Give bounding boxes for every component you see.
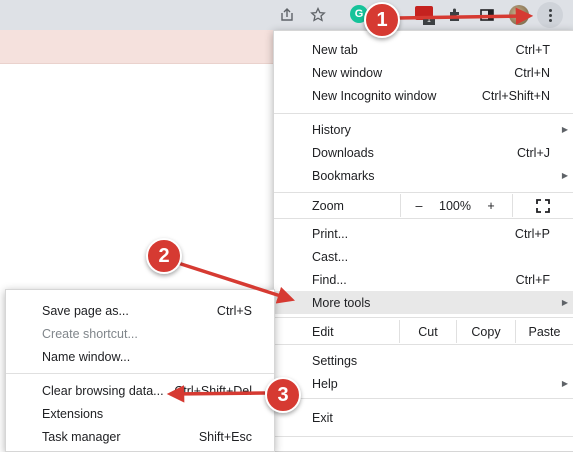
- shortcut: Ctrl+Shift+Del: [174, 383, 252, 398]
- menu-label: Create shortcut...: [42, 326, 138, 341]
- menu-divider: [274, 317, 573, 318]
- menu-label: More tools: [312, 295, 371, 310]
- menu-divider: [274, 398, 573, 399]
- chrome-main-menu: New tab Ctrl+T New window Ctrl+N New Inc…: [273, 30, 573, 452]
- step-marker-1: 1: [364, 2, 400, 38]
- menu-item-edit: Edit Cut Copy Paste: [274, 320, 573, 343]
- submenu-item-extensions[interactable]: Extensions: [6, 402, 274, 425]
- submenu-item-save-page[interactable]: Save page as... Ctrl+S: [6, 299, 274, 322]
- shortcut: Ctrl+S: [216, 303, 252, 318]
- step-marker-3: 3: [265, 377, 301, 413]
- fullscreen-icon[interactable]: [513, 194, 573, 217]
- menu-label: Name window...: [42, 349, 131, 364]
- step-marker-2: 2: [146, 238, 182, 274]
- menu-label: Cast...: [312, 249, 349, 264]
- avatar[interactable]: [509, 5, 529, 25]
- menu-label: Task manager: [42, 429, 121, 444]
- menu-label: Print...: [312, 226, 349, 241]
- extension-icon[interactable]: 1: [415, 6, 435, 25]
- menu-label: Save page as...: [42, 303, 129, 318]
- menu-item-exit[interactable]: Exit: [274, 406, 573, 429]
- menu-item-bookmarks[interactable]: Bookmarks ▶: [274, 164, 573, 187]
- menu-label: Downloads: [312, 145, 374, 160]
- sidepanel-icon[interactable]: [476, 4, 498, 26]
- menu-item-print[interactable]: Print... Ctrl+P: [274, 222, 573, 245]
- shortcut: Ctrl+P: [514, 226, 550, 241]
- menu-label: Bookmarks: [312, 168, 375, 183]
- menu-item-more-tools[interactable]: More tools ▶: [274, 291, 573, 314]
- menu-label: Settings: [312, 353, 358, 368]
- menu-label: New tab: [312, 42, 358, 57]
- zoom-out-button[interactable]: –: [401, 194, 437, 217]
- submenu-item-create-shortcut[interactable]: Create shortcut...: [6, 322, 274, 345]
- chevron-right-icon: ▶: [561, 379, 568, 388]
- paste-button[interactable]: Paste: [516, 320, 573, 343]
- menu-divider: [274, 218, 573, 219]
- shortcut: Shift+Esc: [198, 429, 252, 444]
- chevron-right-icon: ▶: [561, 298, 568, 307]
- share-icon[interactable]: [276, 4, 298, 26]
- menu-label: Help: [312, 376, 338, 391]
- chevron-right-icon: ▶: [561, 125, 568, 134]
- menu-divider: [6, 373, 274, 374]
- menu-item-new-incognito[interactable]: New Incognito window Ctrl+Shift+N: [274, 84, 573, 107]
- submenu-item-task-manager[interactable]: Task manager Shift+Esc: [6, 425, 274, 448]
- menu-item-cast[interactable]: Cast...: [274, 245, 573, 268]
- menu-divider: [274, 192, 573, 193]
- star-icon[interactable]: [307, 4, 329, 26]
- menu-item-new-tab[interactable]: New tab Ctrl+T: [274, 38, 573, 61]
- menu-label: Zoom: [312, 198, 344, 213]
- menu-item-zoom: Zoom – 100% +: [274, 194, 573, 217]
- kebab-menu-icon[interactable]: [537, 2, 563, 28]
- shortcut: Ctrl+T: [515, 42, 550, 57]
- menu-item-history[interactable]: History ▶: [274, 118, 573, 141]
- cut-button[interactable]: Cut: [400, 320, 456, 343]
- zoom-in-button[interactable]: +: [473, 194, 509, 217]
- menu-label: Find...: [312, 272, 347, 287]
- menu-item-help[interactable]: Help ▶: [274, 372, 573, 395]
- shortcut: Ctrl+N: [514, 65, 550, 80]
- copy-button[interactable]: Copy: [457, 320, 515, 343]
- browser-toolbar: G 1: [0, 0, 573, 30]
- puzzle-icon[interactable]: [444, 4, 466, 26]
- chevron-right-icon: ▶: [561, 171, 568, 180]
- shortcut: Ctrl+Shift+N: [481, 88, 550, 103]
- shortcut: Ctrl+F: [515, 272, 550, 287]
- menu-divider: [274, 436, 573, 437]
- menu-item-find[interactable]: Find... Ctrl+F: [274, 268, 573, 291]
- menu-label: Exit: [312, 410, 333, 425]
- menu-label: Clear browsing data...: [42, 383, 164, 398]
- menu-label: Edit: [312, 324, 334, 339]
- menu-item-settings[interactable]: Settings: [274, 349, 573, 372]
- shortcut: Ctrl+J: [517, 145, 550, 160]
- menu-label: Extensions: [42, 406, 104, 421]
- zoom-level: 100%: [439, 198, 471, 213]
- menu-item-new-window[interactable]: New window Ctrl+N: [274, 61, 573, 84]
- menu-divider: [274, 113, 573, 114]
- menu-item-downloads[interactable]: Downloads Ctrl+J: [274, 141, 573, 164]
- menu-divider: [274, 344, 573, 345]
- more-tools-submenu: Save page as... Ctrl+S Create shortcut..…: [5, 289, 275, 452]
- submenu-item-clear-browsing-data[interactable]: Clear browsing data... Ctrl+Shift+Del: [6, 379, 274, 402]
- menu-label: History: [312, 122, 351, 137]
- submenu-item-name-window[interactable]: Name window...: [6, 345, 274, 368]
- menu-label: New window: [312, 65, 383, 80]
- menu-label: New Incognito window: [312, 88, 437, 103]
